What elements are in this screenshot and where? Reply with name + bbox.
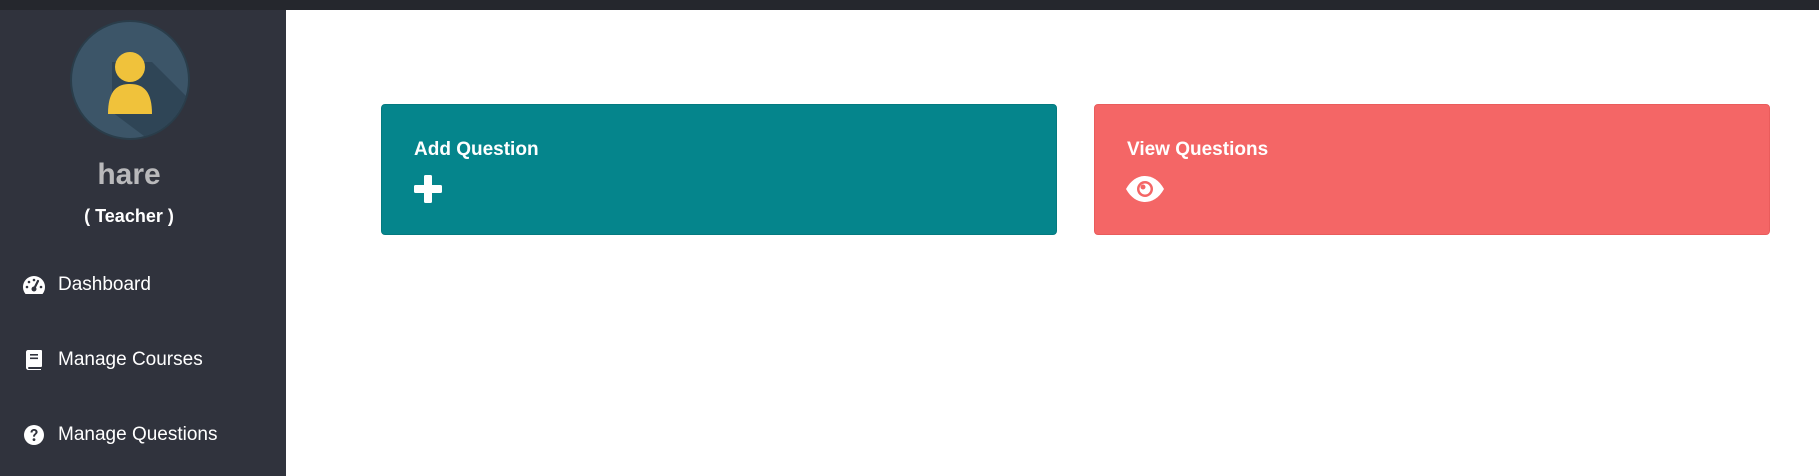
sidebar-item-label: Dashboard bbox=[58, 274, 151, 295]
top-bar bbox=[0, 0, 1819, 10]
plus-icon bbox=[412, 171, 452, 207]
sidebar-item-dashboard[interactable]: Dashboard bbox=[22, 270, 151, 300]
add-question-card[interactable]: Add Question bbox=[381, 104, 1057, 235]
card-title: View Questions bbox=[1127, 139, 1269, 160]
user-avatar bbox=[70, 20, 190, 140]
view-questions-card[interactable]: View Questions bbox=[1094, 104, 1770, 235]
card-title: Add Question bbox=[414, 139, 539, 160]
sidebar-item-label: Manage Courses bbox=[58, 349, 203, 370]
dashboard-gauge-icon bbox=[22, 273, 46, 297]
user-role: ( Teacher ) bbox=[84, 206, 174, 226]
user-name: hare bbox=[97, 158, 161, 191]
question-circle-icon bbox=[22, 423, 46, 447]
sidebar-item-manage-questions[interactable]: Manage Questions bbox=[22, 420, 218, 450]
book-icon bbox=[22, 348, 46, 372]
sidebar: hare ( Teacher ) Dashboard Manage Course… bbox=[0, 10, 286, 476]
sidebar-item-manage-courses[interactable]: Manage Courses bbox=[22, 345, 203, 375]
eye-icon bbox=[1125, 171, 1165, 207]
user-avatar-icon bbox=[108, 52, 188, 138]
sidebar-item-label: Manage Questions bbox=[58, 424, 218, 445]
